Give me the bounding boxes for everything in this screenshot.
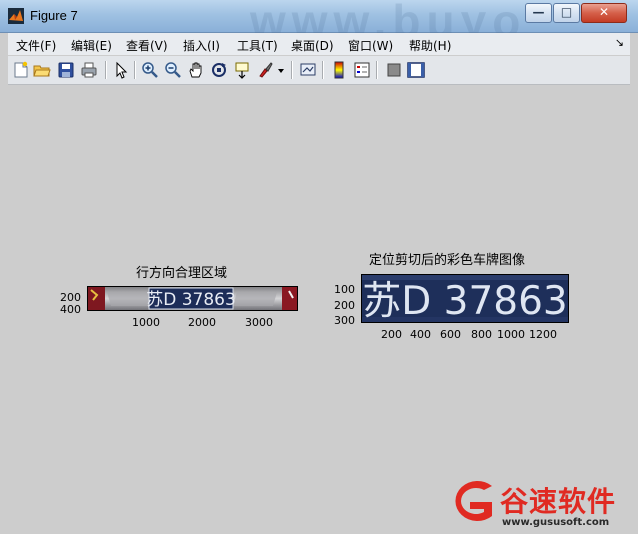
- axes-right-xtick: 400: [410, 328, 431, 341]
- axes-right-image[interactable]: 苏D 37863: [361, 274, 569, 323]
- watermark-brand: 谷速软件: [500, 485, 617, 518]
- figure-canvas: 行方向合理区域 苏D 37863 200 400 1000 2000 3000 …: [8, 86, 630, 528]
- watermark-url: www.gususoft.com: [502, 517, 610, 528]
- pan-hand-icon[interactable]: [187, 61, 205, 79]
- axes-right-ytick: 100: [334, 283, 355, 296]
- axes-right-xtick: 600: [440, 328, 461, 341]
- axes-right-xtick: 800: [471, 328, 492, 341]
- axes-left-plate-text: 苏D 37863: [146, 290, 236, 310]
- toolbar-separator: [322, 61, 324, 79]
- figure-window: www.buyo Figure 7 — □ ✕ 文件(F) 编辑(E) 查看(V…: [0, 0, 638, 534]
- axes-right-xtick: 200: [381, 328, 402, 341]
- edit-plot-arrow-icon[interactable]: [112, 61, 130, 79]
- menu-edit[interactable]: 编辑(E): [71, 37, 112, 54]
- axes-left-title: 行方向合理区域: [136, 266, 228, 281]
- data-cursor-icon[interactable]: [233, 61, 251, 79]
- colorbar-icon[interactable]: [330, 61, 348, 79]
- gususoft-logo-icon: [455, 481, 492, 521]
- axes-right-plate-text: 苏D 37863: [362, 279, 568, 323]
- close-button[interactable]: ✕: [581, 3, 627, 23]
- axes-right-ytick: 300: [334, 314, 355, 327]
- menu-window[interactable]: 窗口(W): [348, 37, 393, 54]
- show-plot-tools-icon[interactable]: [407, 61, 425, 79]
- menu-insert[interactable]: 插入(I): [183, 37, 220, 54]
- axes-left-xtick: 2000: [188, 316, 216, 329]
- figure-toolbar: [8, 56, 630, 85]
- hide-plot-tools-icon[interactable]: [385, 61, 403, 79]
- axes-left-ytick: 400: [60, 303, 81, 316]
- menu-desktop[interactable]: 桌面(D): [291, 37, 334, 54]
- maximize-button[interactable]: □: [553, 3, 580, 23]
- print-icon[interactable]: [80, 61, 98, 79]
- dock-arrow-icon[interactable]: ↘: [615, 36, 624, 49]
- menu-view[interactable]: 查看(V): [126, 37, 168, 54]
- toolbar-separator: [105, 61, 107, 79]
- legend-icon[interactable]: [353, 61, 371, 79]
- axes-right-xtick: 1200: [529, 328, 557, 341]
- title-bar[interactable]: www.buyo Figure 7 — □ ✕: [0, 0, 638, 47]
- toolbar-separator: [291, 61, 293, 79]
- axes-left-xtick: 1000: [132, 316, 160, 329]
- axes-left-xtick: 3000: [245, 316, 273, 329]
- matlab-logo-icon: [8, 8, 24, 24]
- menu-help[interactable]: 帮助(H): [409, 37, 451, 54]
- rotate-3d-icon[interactable]: [210, 61, 228, 79]
- minimize-button[interactable]: —: [525, 3, 552, 23]
- brush-dropdown-icon[interactable]: [276, 61, 286, 79]
- window-title: Figure 7: [30, 8, 78, 23]
- brush-icon[interactable]: [256, 61, 274, 79]
- axes-right-xtick: 1000: [497, 328, 525, 341]
- axes-left-image[interactable]: 苏D 37863: [87, 286, 298, 311]
- zoom-out-icon[interactable]: [164, 61, 182, 79]
- menu-file[interactable]: 文件(F): [16, 37, 56, 54]
- toolbar-separator: [134, 61, 136, 79]
- save-icon[interactable]: [57, 61, 75, 79]
- menu-bar: 文件(F) 编辑(E) 查看(V) 插入(I) 工具(T) 桌面(D) 窗口(W…: [8, 33, 630, 55]
- axes-right-ytick: 200: [334, 299, 355, 312]
- link-plot-icon[interactable]: [299, 61, 317, 79]
- axes-right-title: 定位剪切后的彩色车牌图像: [369, 253, 526, 268]
- new-figure-icon[interactable]: [12, 61, 30, 79]
- menu-tools[interactable]: 工具(T): [237, 37, 278, 54]
- open-file-icon[interactable]: [33, 61, 51, 79]
- zoom-in-icon[interactable]: [141, 61, 159, 79]
- toolbar-separator: [376, 61, 378, 79]
